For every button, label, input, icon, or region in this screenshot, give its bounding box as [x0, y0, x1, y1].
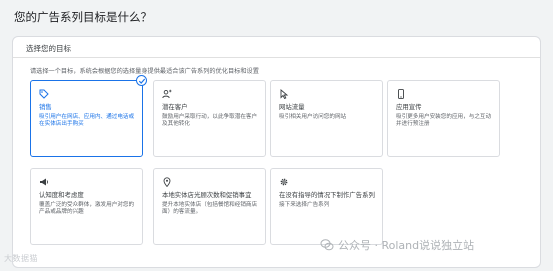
goal-description: 吸引更多用户安装您的应用，与之互动并进行预注册	[396, 114, 492, 128]
goal-selection-panel: 选择您的目标 请选择一个目标，系统会根据您的选择量身提供最适合该广告系列的优化目…	[12, 36, 541, 268]
goal-title: 认知度和考虑度	[39, 191, 84, 199]
cursor-icon	[280, 89, 289, 99]
goal-title: 在没有指导的情况下制作广告系列	[279, 191, 375, 199]
panel-header: 选择您的目标	[13, 37, 540, 58]
watermark-left: 大数据猫	[4, 254, 38, 263]
goal-description: 鼓励用户采取行动，以此争取潜在客户及其他转化	[162, 114, 258, 128]
page-title: 您的广告系列目标是什么？	[14, 10, 152, 24]
goal-card-app-promotion[interactable]: 应用宣传 吸引更多用户安装您的应用，与之互动并进行预注册	[387, 80, 500, 157]
goal-title: 潜在客户	[162, 103, 188, 111]
goal-title: 网站流量	[279, 103, 305, 111]
gear-icon	[280, 178, 288, 186]
goal-description: 覆盖广泛的受众群体，激发用户对您的产品或品牌的兴趣	[39, 202, 135, 216]
selected-check-icon	[136, 75, 147, 86]
wechat-logo-icon	[320, 239, 334, 251]
goal-title: 销售	[39, 103, 52, 111]
watermark-right: 公众号 · Roland说说独立站	[320, 237, 474, 253]
goal-title: 应用宣传	[396, 103, 422, 111]
goal-description: 提升本地实体店（包括餐馆和经销商店面）的客流量。	[162, 202, 258, 216]
map-pin-icon	[163, 177, 171, 187]
people-icon	[162, 89, 172, 99]
phone-icon	[398, 89, 404, 99]
goal-card-local-store-visits[interactable]: 本地实体店光顾次数和促销事宜 提升本地实体店（包括餐馆和经销商店面）的客流量。	[153, 168, 266, 245]
goal-description: 接下来选择广告系列	[279, 202, 330, 208]
instruction-text: 请选择一个目标，系统会根据您的选择量身提供最适合该广告系列的优化目标和设置	[30, 68, 259, 75]
watermark-right-text: 公众号 · Roland说说独立站	[338, 239, 475, 252]
goal-card-leads[interactable]: 潜在客户 鼓励用户采取行动，以此争取潜在客户及其他转化	[153, 80, 266, 157]
goal-card-sales[interactable]: 销售 吸引用户在网店、应用内、通过电话或在实体店出手购买	[30, 75, 147, 157]
tag-icon	[39, 89, 49, 99]
goal-description: 吸引用户在网店、应用内、通过电话或在实体店出手购买	[39, 114, 135, 128]
goal-card-no-guidance[interactable]: 在没有指导的情况下制作广告系列 接下来选择广告系列	[270, 168, 383, 245]
goal-card-website-traffic[interactable]: 网站流量 吸引相关用户访问您的网站	[270, 80, 383, 157]
megaphone-icon	[40, 178, 49, 186]
goal-description: 吸引相关用户访问您的网站	[279, 114, 347, 120]
goal-title: 本地实体店光顾次数和促销事宜	[162, 191, 252, 199]
goal-card-awareness[interactable]: 认知度和考虑度 覆盖广泛的受众群体，激发用户对您的产品或品牌的兴趣	[30, 168, 143, 245]
